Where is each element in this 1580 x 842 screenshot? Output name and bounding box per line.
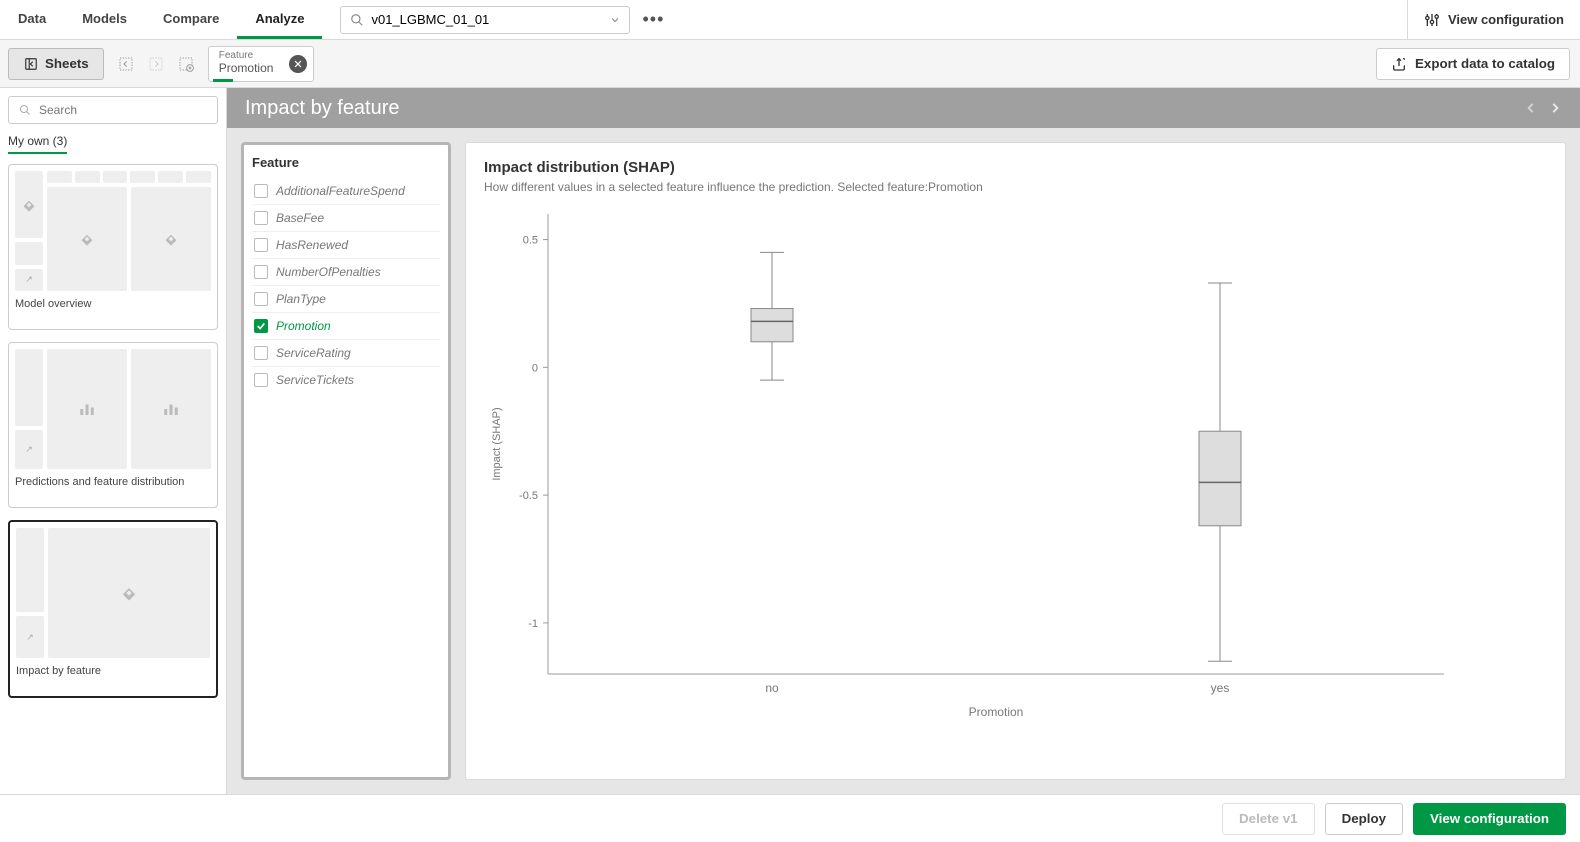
feature-item[interactable]: PlanType bbox=[252, 285, 440, 312]
checkbox-icon bbox=[254, 238, 268, 252]
sheet-thumb[interactable]: ↗ Model overview bbox=[8, 164, 218, 330]
feature-item-label: AdditionalFeatureSpend bbox=[276, 184, 405, 198]
filter-chip-feature[interactable]: Feature Promotion bbox=[208, 46, 314, 82]
sheet-thumb-caption: Predictions and feature distribution bbox=[15, 475, 211, 501]
page-title: Impact by feature bbox=[245, 97, 400, 120]
view-configuration-button[interactable]: View configuration bbox=[1413, 803, 1566, 835]
sheets-button[interactable]: Sheets bbox=[8, 48, 104, 80]
boxplot-chart[interactable]: 0.5 0 -0.5 -1 Impact (SHAP) Promotion no yes bbox=[484, 204, 1547, 763]
feature-item[interactable]: BaseFee bbox=[252, 204, 440, 231]
search-icon bbox=[349, 12, 365, 28]
export-icon bbox=[1391, 56, 1407, 72]
delete-button: Delete v1 bbox=[1222, 803, 1315, 835]
model-search[interactable] bbox=[340, 6, 630, 34]
feature-item[interactable]: ServiceTickets bbox=[252, 366, 440, 393]
tab-data[interactable]: Data bbox=[0, 0, 64, 39]
checkbox-icon bbox=[254, 319, 268, 333]
checkbox-icon bbox=[254, 373, 268, 387]
checkbox-icon bbox=[254, 265, 268, 279]
view-configuration-label: View configuration bbox=[1448, 12, 1564, 27]
more-menu[interactable]: ••• bbox=[642, 9, 664, 30]
tab-models[interactable]: Models bbox=[64, 0, 145, 39]
svg-text:-0.5: -0.5 bbox=[519, 490, 538, 502]
sheets-icon bbox=[23, 56, 39, 72]
feature-item-label: Promotion bbox=[276, 319, 331, 333]
deploy-button[interactable]: Deploy bbox=[1325, 803, 1403, 835]
feature-panel: Feature AdditionalFeatureSpend BaseFee Has… bbox=[241, 142, 451, 780]
chart-panel: Impact distribution (SHAP) How different… bbox=[465, 142, 1566, 780]
svg-text:-1: -1 bbox=[528, 618, 538, 630]
checkbox-icon bbox=[254, 346, 268, 360]
selection-back-icon[interactable] bbox=[118, 56, 134, 72]
search-icon bbox=[17, 102, 33, 118]
chart-title: Impact distribution (SHAP) bbox=[484, 159, 1547, 176]
sheet-thumb[interactable]: ↗ Impact by feature bbox=[8, 520, 218, 698]
view-configuration-top[interactable]: View configuration bbox=[1424, 12, 1564, 28]
selection-forward-icon[interactable] bbox=[148, 56, 164, 72]
filter-chip-label: Feature bbox=[219, 51, 279, 61]
sidebar-search-input[interactable] bbox=[39, 103, 209, 117]
filter-chip-close[interactable] bbox=[289, 55, 307, 73]
feature-panel-title: Feature bbox=[252, 155, 440, 170]
sheet-thumb-caption: Impact by feature bbox=[16, 664, 210, 690]
model-search-input[interactable] bbox=[371, 12, 609, 27]
my-own-tab[interactable]: My own (3) bbox=[8, 134, 67, 154]
svg-text:Promotion: Promotion bbox=[969, 705, 1024, 719]
feature-item[interactable]: NumberOfPenalties bbox=[252, 258, 440, 285]
checkbox-icon bbox=[254, 211, 268, 225]
feature-item[interactable]: ServiceRating bbox=[252, 339, 440, 366]
feature-item-label: NumberOfPenalties bbox=[276, 265, 381, 279]
sheets-button-label: Sheets bbox=[45, 56, 89, 71]
next-sheet[interactable] bbox=[1548, 101, 1562, 115]
tab-analyze[interactable]: Analyze bbox=[237, 0, 322, 39]
filter-chip-value: Promotion bbox=[219, 61, 279, 75]
svg-text:no: no bbox=[765, 681, 779, 695]
svg-text:0.5: 0.5 bbox=[523, 235, 538, 247]
feature-item-label: HasRenewed bbox=[276, 238, 348, 252]
chevron-down-icon[interactable] bbox=[609, 14, 621, 26]
sheet-thumb-caption: Model overview bbox=[15, 297, 211, 323]
prev-sheet[interactable] bbox=[1524, 101, 1538, 115]
feature-item[interactable]: HasRenewed bbox=[252, 231, 440, 258]
tab-compare[interactable]: Compare bbox=[145, 0, 237, 39]
sliders-icon bbox=[1424, 12, 1440, 28]
feature-item[interactable]: Promotion bbox=[252, 312, 440, 339]
feature-item[interactable]: AdditionalFeatureSpend bbox=[252, 178, 440, 204]
svg-text:yes: yes bbox=[1211, 681, 1230, 695]
feature-item-label: BaseFee bbox=[276, 211, 324, 225]
sidebar-search[interactable] bbox=[8, 96, 218, 124]
feature-item-label: ServiceRating bbox=[276, 346, 351, 360]
svg-text:0: 0 bbox=[532, 362, 538, 374]
clear-selection-icon[interactable] bbox=[178, 56, 194, 72]
export-button-label: Export data to catalog bbox=[1415, 56, 1555, 71]
checkbox-icon bbox=[254, 292, 268, 306]
checkbox-icon bbox=[254, 184, 268, 198]
chart-subtitle: How different values in a selected featu… bbox=[484, 180, 1547, 194]
export-data-button[interactable]: Export data to catalog bbox=[1376, 48, 1570, 80]
feature-item-label: PlanType bbox=[276, 292, 326, 306]
svg-text:Impact (SHAP): Impact (SHAP) bbox=[491, 407, 503, 480]
feature-item-label: ServiceTickets bbox=[276, 373, 354, 387]
sheet-thumb[interactable]: ↗ Predictions and feature distribution bbox=[8, 342, 218, 508]
